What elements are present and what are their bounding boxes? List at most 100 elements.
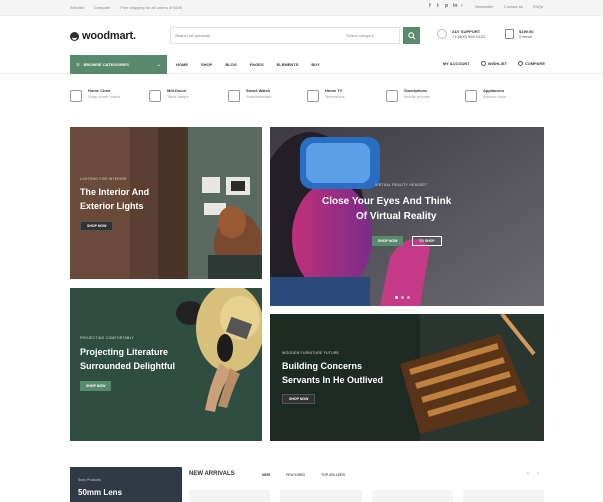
heart-icon: [480, 61, 486, 67]
contact-link[interactable]: Contact us: [504, 4, 523, 9]
menu-icon: ☰: [76, 62, 80, 67]
nav-item-shop[interactable]: SHOP: [201, 62, 212, 67]
banner-title-line-1: Building Concerns: [282, 361, 363, 371]
pinterest-icon[interactable]: p: [445, 4, 449, 9]
top-bar-right: f t p in › Newsletter Contact us FAQs: [429, 4, 543, 10]
category-item-smartphone[interactable]: Smartphone Mobile phones: [386, 88, 465, 112]
product-row: [189, 490, 544, 502]
category-item-home-tv[interactable]: Home TV Televisions: [307, 88, 386, 112]
chevron-right-icon[interactable]: ›: [537, 471, 539, 477]
banner-building-concerns[interactable]: Wooden furniture future Building Concern…: [270, 314, 544, 441]
product-tabs: NEW FEATURED TOP SELLERS: [262, 473, 345, 477]
category-sub: Shop home chairs: [88, 94, 121, 99]
category-item-home-chair[interactable]: Home Chair Shop home chairs: [70, 88, 149, 112]
faqs-link[interactable]: FAQs: [533, 4, 543, 9]
banner-subtitle: Projecting comfortably: [80, 336, 134, 340]
nav-item-blog[interactable]: BLOG: [225, 62, 237, 67]
newsletter-link[interactable]: Newsletter: [475, 4, 494, 9]
chair-icon: [70, 90, 82, 102]
product-card[interactable]: [189, 490, 271, 502]
search-input[interactable]: [175, 31, 325, 40]
main-nav: ☰ BROWSE CATEGORIES ⌄ HOME SHOP BLOG PAG…: [0, 55, 603, 74]
nav-item-home[interactable]: HOME: [176, 62, 188, 67]
tab-top-sellers[interactable]: TOP SELLERS: [321, 473, 345, 477]
shop-now-button[interactable]: SHOP NOW: [80, 381, 112, 391]
banner-title-line-2: Servants In He Outlived: [282, 375, 384, 385]
nav-item-pages[interactable]: PAGES: [250, 62, 264, 67]
search-icon: [407, 31, 416, 40]
category-sub: Smartwatches: [246, 94, 272, 99]
tab-featured[interactable]: FEATURED: [286, 473, 305, 477]
banner-interior-lights[interactable]: Lighting for interior The Interior And E…: [70, 127, 262, 279]
appliance-icon: [465, 90, 477, 102]
section-title: NEW ARRIVALS: [189, 471, 235, 477]
browse-categories-label: BROWSE CATEGORIES: [83, 62, 129, 67]
compare-link[interactable]: Compare: [94, 5, 110, 10]
compare-nav-label: COMPARE: [524, 61, 545, 66]
nav-item-buy[interactable]: BUY: [311, 62, 319, 67]
banner-title-line-1: Close Your Eyes And Think: [322, 196, 452, 207]
banner-title-line-2: Exterior Lights: [80, 201, 144, 211]
search-category-select[interactable]: Select category: [346, 33, 374, 38]
banner-projecting-literature[interactable]: Projecting comfortably Projecting Litera…: [70, 288, 262, 441]
top-bar-left-links: Wishlist Compare Free shipping for all o…: [70, 5, 182, 10]
category-item-mid-decor[interactable]: Mid Decor Table lamps: [149, 88, 228, 112]
lamp-icon: [149, 90, 161, 102]
banner-title-line-1: The Interior And: [80, 187, 150, 197]
banner-subtitle: Wooden furniture future: [282, 351, 340, 355]
browse-categories-button[interactable]: ☰ BROWSE CATEGORIES ⌄: [70, 55, 167, 74]
support-phone: +1 (800) 555 0123: [452, 34, 485, 39]
slider-dot[interactable]: [395, 296, 398, 299]
watch-icon: [228, 90, 240, 102]
slider-dots: [395, 296, 410, 299]
shop-now-button[interactable]: SHOP NOW: [80, 221, 114, 231]
nav-item-elements[interactable]: ELEMENTS: [277, 62, 299, 67]
slider-dot[interactable]: [401, 296, 404, 299]
logo-text: woodmart.: [82, 30, 136, 42]
telegram-icon[interactable]: ›: [461, 4, 465, 9]
shop-now-button[interactable]: SHOP NOW: [372, 236, 404, 246]
phone-icon: [386, 90, 398, 102]
headset-icon: [437, 29, 447, 39]
category-item-smart-watch[interactable]: Smart Watch Smartwatches: [228, 88, 307, 112]
compare-icon: [517, 61, 523, 67]
product-card[interactable]: [462, 490, 544, 502]
product-card[interactable]: [280, 490, 362, 502]
category-item-appliances[interactable]: Appliances Kitchen tools: [465, 88, 544, 112]
tab-new[interactable]: NEW: [262, 473, 270, 477]
nav-menu: HOME SHOP BLOG PAGES ELEMENTS BUY: [176, 62, 320, 67]
support-block[interactable]: 24/7 SUPPORT +1 (800) 555 0123: [437, 29, 485, 39]
shipping-notice: Free shipping for all orders of $150: [120, 5, 183, 10]
promo-lens-card[interactable]: Sony Products 50mm Lens: [70, 467, 182, 502]
shop-now-button[interactable]: SHOP NOW: [282, 394, 316, 404]
promo-title: 50mm Lens: [78, 488, 123, 497]
logo-icon: [70, 31, 79, 41]
wishlist-nav-link[interactable]: WISHLIST: [480, 61, 507, 67]
chevron-left-icon[interactable]: ‹: [527, 471, 529, 477]
site-logo[interactable]: woodmart.: [70, 30, 136, 42]
wishlist-link[interactable]: Wishlist: [70, 5, 84, 10]
category-sub: Table lamps: [167, 94, 189, 99]
linkedin-icon[interactable]: in: [453, 4, 457, 9]
facebook-icon[interactable]: f: [429, 4, 433, 9]
product-card[interactable]: [371, 490, 453, 502]
tv-icon: [307, 90, 319, 102]
nav-account-links: MY ACCOUNT WISHLIST COMPARE: [443, 61, 545, 67]
chevron-down-icon: ⌄: [156, 62, 161, 68]
my-account-link[interactable]: MY ACCOUNT: [443, 61, 470, 66]
to-shop-button[interactable]: TO SHOP: [412, 236, 442, 246]
cart-block[interactable]: $199.00 0 items: [505, 29, 533, 39]
banner-virtual-reality[interactable]: Virtual reality headset Close Your Eyes …: [270, 127, 544, 306]
site-header: woodmart. Select category 24/7 SUPPORT +…: [0, 17, 603, 55]
promo-subtitle: Sony Products: [78, 478, 101, 482]
banner-title-line-2: Surrounded Delightful: [80, 361, 175, 371]
banner-subtitle: Virtual reality headset: [375, 183, 428, 187]
carousel-arrows: ‹ ›: [527, 471, 539, 477]
twitter-icon[interactable]: t: [437, 4, 441, 9]
search-button[interactable]: [403, 27, 420, 44]
top-bar: Wishlist Compare Free shipping for all o…: [0, 0, 603, 16]
compare-nav-link[interactable]: COMPARE: [517, 61, 545, 67]
banner-title-line-1: Projecting Literature: [80, 347, 169, 357]
slider-dot[interactable]: [407, 296, 410, 299]
category-sub: Televisions: [325, 94, 345, 99]
